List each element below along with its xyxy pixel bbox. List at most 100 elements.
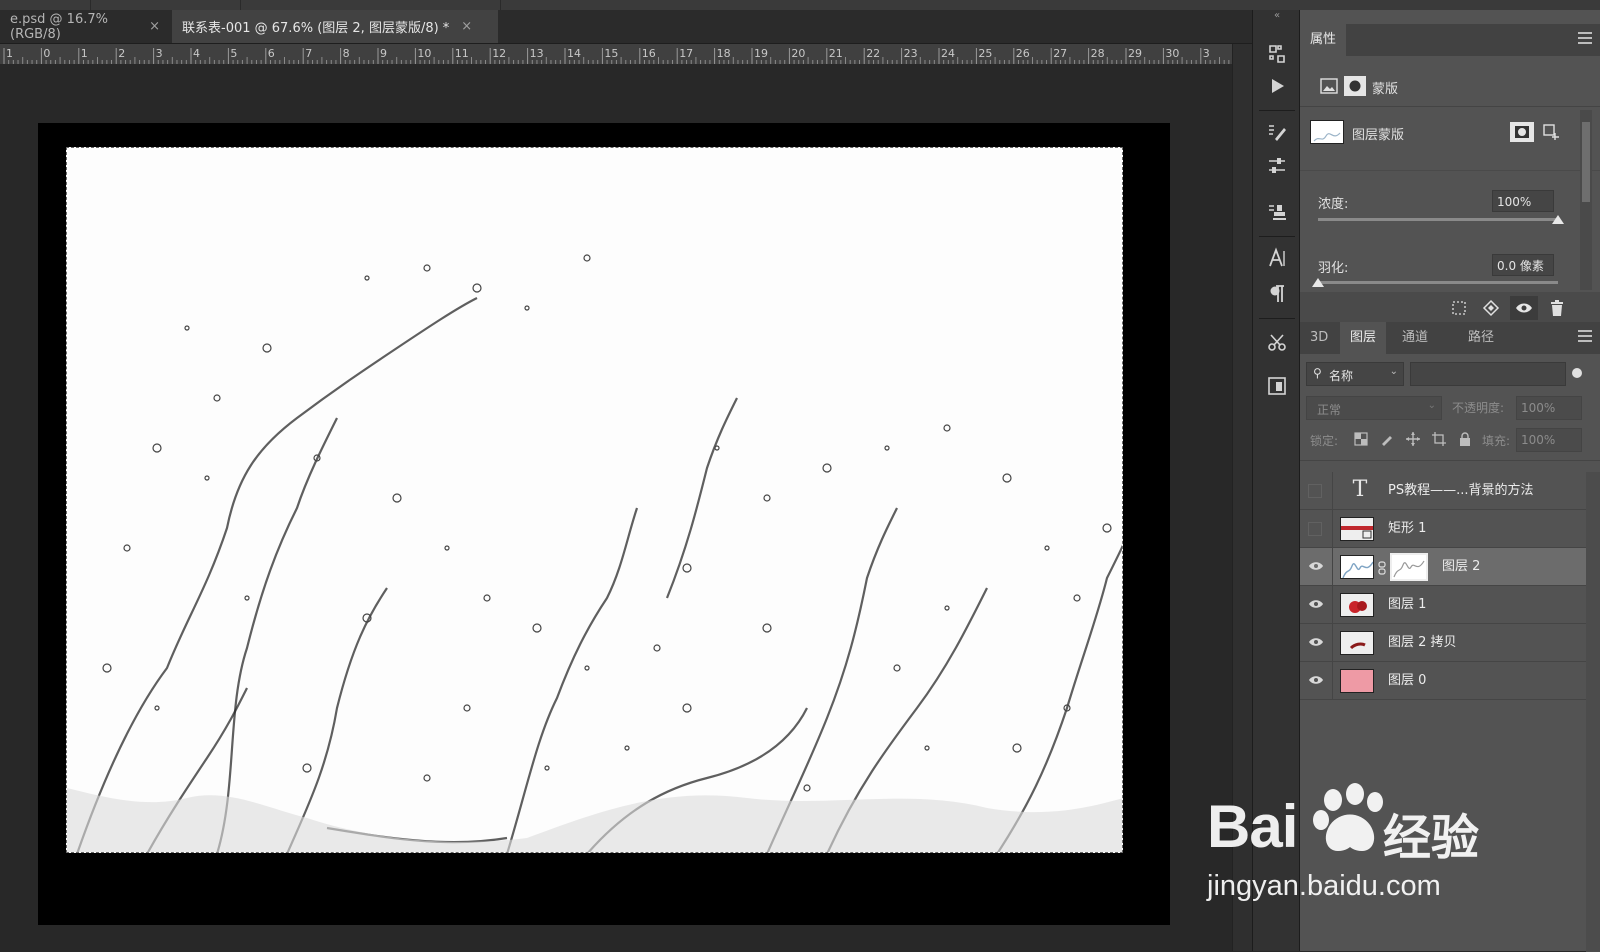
- density-slider-handle[interactable]: [1552, 215, 1564, 224]
- splash-droplet: [653, 644, 661, 652]
- splash-droplet: [364, 275, 370, 281]
- tab-layers[interactable]: 图层: [1340, 322, 1387, 354]
- vector-mask-add-icon[interactable]: [1540, 122, 1562, 142]
- density-slider-track[interactable]: [1318, 218, 1558, 221]
- eye-icon[interactable]: [1308, 596, 1326, 614]
- lock-pixels-icon[interactable]: [1378, 430, 1396, 448]
- adjustments-icon[interactable]: [1263, 152, 1291, 180]
- splash-droplet: [532, 623, 542, 633]
- ruler-tick-label: 29: [1128, 47, 1142, 60]
- tab-channels[interactable]: 通道: [1392, 322, 1438, 354]
- splash-droplet: [714, 445, 720, 451]
- feather-slider-handle[interactable]: [1312, 278, 1324, 287]
- ruler-tick-label: 1: [81, 47, 88, 60]
- density-label: 浓度:: [1318, 197, 1349, 212]
- ruler-tick-label: 21: [829, 47, 843, 60]
- tab-paths[interactable]: 路径: [1458, 322, 1504, 354]
- splash-droplet: [102, 663, 112, 673]
- visibility-toggle-off[interactable]: [1308, 484, 1322, 498]
- ruler-tick-label: 2: [118, 47, 125, 60]
- pixel-mask-icon[interactable]: [1320, 78, 1338, 94]
- lock-artboard-icon[interactable]: [1430, 430, 1448, 448]
- fill-field[interactable]: 100%: [1516, 428, 1582, 452]
- density-field[interactable]: 100%: [1492, 190, 1554, 212]
- splash-droplet: [184, 325, 190, 331]
- blend-mode-select[interactable]: 正常 ⌄: [1306, 396, 1442, 420]
- ruler-tick-label: 3: [1203, 47, 1210, 60]
- paragraph-icon[interactable]: [1263, 280, 1291, 308]
- tool-presets-icon[interactable]: [1263, 328, 1291, 356]
- layers-panel-menu-icon[interactable]: [1578, 330, 1592, 344]
- selection-marquee[interactable]: [66, 147, 1123, 853]
- tab-properties[interactable]: 属性: [1300, 24, 1347, 56]
- feather-slider-track[interactable]: [1318, 281, 1558, 284]
- clone-source-icon[interactable]: [1263, 198, 1291, 226]
- document-tab-bar: e.psd @ 16.7%(RGB/8) × 联系表-001 @ 67.6% (…: [0, 10, 1252, 44]
- splash-droplet: [943, 424, 951, 432]
- layer-mask-thumbnail[interactable]: [1390, 553, 1428, 581]
- select-mask-icon[interactable]: [1510, 122, 1534, 142]
- ruler-tick-label: 10: [417, 47, 431, 60]
- lock-position-icon[interactable]: [1404, 430, 1422, 448]
- lock-transparent-icon[interactable]: [1352, 430, 1370, 448]
- brush-settings-icon[interactable]: [1263, 118, 1291, 146]
- trash-icon[interactable]: [1546, 298, 1568, 318]
- splash-droplet: [483, 594, 491, 602]
- feather-field[interactable]: 0.0 像素: [1492, 254, 1554, 276]
- properties-scrollbar[interactable]: [1580, 110, 1592, 290]
- eye-icon[interactable]: [1308, 558, 1326, 576]
- splash-droplet: [524, 305, 530, 311]
- layer-row[interactable]: 矩形 1: [1300, 510, 1586, 548]
- splash-droplet: [392, 493, 402, 503]
- doc-tab-1[interactable]: e.psd @ 16.7%(RGB/8) ×: [0, 10, 170, 43]
- layer-row[interactable]: 图层 0: [1300, 662, 1586, 700]
- splash-droplet: [884, 445, 890, 451]
- visibility-toggle-off[interactable]: [1308, 522, 1322, 536]
- layer-mask-icon[interactable]: [1344, 76, 1366, 96]
- opacity-field[interactable]: 100%: [1516, 396, 1582, 420]
- splash-droplet: [624, 745, 630, 751]
- ruler-tick-label: 30: [1165, 47, 1179, 60]
- horizontal-ruler[interactable]: 1 0 1 2 3 4 5 6 7 8 9 10 11 12 13 14 15 16 17 18 19 20 21 22 23 2…: [0, 44, 1232, 64]
- character-icon[interactable]: [1263, 244, 1291, 272]
- baidu-watermark: Bai 经验 jingyan.baidu.com: [1207, 780, 1535, 930]
- panel-menu-icon[interactable]: [1578, 32, 1592, 46]
- lock-all-icon[interactable]: [1456, 430, 1474, 448]
- eye-icon[interactable]: [1308, 672, 1326, 690]
- text-layer-icon: T: [1352, 477, 1368, 502]
- eye-icon[interactable]: [1510, 296, 1538, 320]
- history-icon[interactable]: [1263, 40, 1291, 68]
- splash-droplet: [944, 605, 950, 611]
- filter-toggle-icon[interactable]: [1572, 368, 1582, 378]
- properties-panel-header: 属性: [1300, 24, 1600, 56]
- tab-3d[interactable]: 3D: [1300, 322, 1338, 354]
- filter-input[interactable]: [1410, 362, 1566, 386]
- ruler-tick-label: 19: [754, 47, 768, 60]
- splash-droplet: [204, 475, 210, 481]
- eye-icon[interactable]: [1308, 634, 1326, 652]
- play-action-icon[interactable]: [1263, 72, 1291, 100]
- layer-row[interactable]: T PS教程——...背景的方法: [1300, 472, 1586, 510]
- doc-tab-2[interactable]: 联系表-001 @ 67.6% (图层 2, 图层蒙版/8) * ×: [172, 10, 498, 43]
- link-chain-icon[interactable]: [1378, 560, 1386, 575]
- layer-row[interactable]: 图层 2 拷贝: [1300, 624, 1586, 662]
- lock-label: 锁定:: [1310, 434, 1339, 448]
- close-icon[interactable]: ×: [149, 19, 160, 34]
- load-selection-icon[interactable]: [1448, 298, 1470, 318]
- apply-mask-icon[interactable]: [1480, 298, 1502, 318]
- watermark-url: jingyan.baidu.com: [1207, 870, 1441, 902]
- navigator-icon[interactable]: [1263, 372, 1291, 400]
- splash-droplet: [763, 494, 771, 502]
- search-icon: ⚲: [1313, 366, 1322, 380]
- ruler-tick-label: 4: [193, 47, 200, 60]
- opacity-label: 不透明度:: [1452, 401, 1505, 415]
- filter-kind-select[interactable]: ⚲ 名称 ⌄: [1306, 362, 1404, 386]
- layer-row[interactable]: 图层 1: [1300, 586, 1586, 624]
- collapse-icon[interactable]: «: [1253, 10, 1301, 22]
- splash-droplet: [924, 745, 930, 751]
- layer-row-selected[interactable]: 图层 2: [1300, 548, 1586, 586]
- layers-scrollbar[interactable]: [1586, 472, 1600, 952]
- close-icon[interactable]: ×: [461, 19, 472, 34]
- water-splash-image: [67, 254, 1122, 852]
- ruler-tick-label: 27: [1053, 47, 1067, 60]
